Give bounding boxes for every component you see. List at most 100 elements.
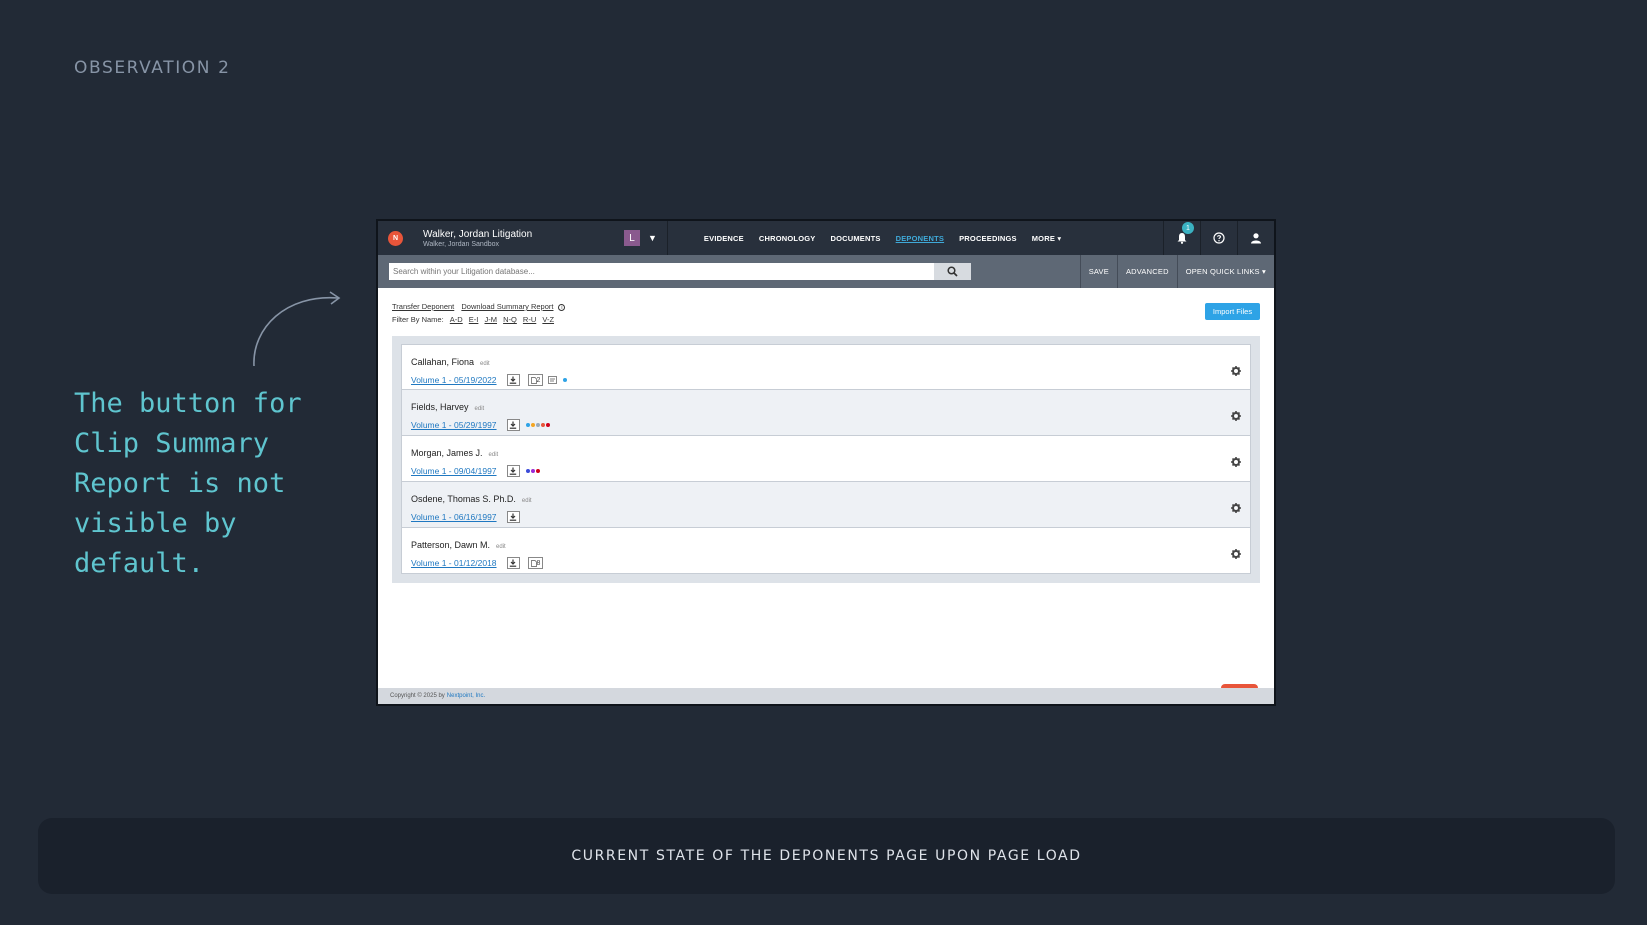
edit-deponent-link[interactable]: edit: [480, 361, 490, 367]
download-icon: [509, 467, 517, 475]
designation-dot: [525, 423, 530, 427]
copyright-text: Copyright © 2025 by: [390, 693, 445, 699]
volume-link[interactable]: Volume 1 - 09/04/1997: [411, 466, 497, 476]
user-menu-button[interactable]: [1237, 221, 1274, 255]
case-selector[interactable]: Walker, Jordan Litigation Walker, Jordan…: [423, 229, 619, 248]
nextpoint-link[interactable]: Nextpoint, Inc.: [447, 693, 485, 699]
search-bar: SAVE ADVANCED OPEN QUICK LINKS ▾: [378, 255, 1274, 288]
open-quick-links-button[interactable]: OPEN QUICK LINKS ▾: [1176, 255, 1274, 288]
gear-icon: [1231, 366, 1241, 376]
download-icon: [509, 376, 517, 384]
volume-link[interactable]: Volume 1 - 06/16/1997: [411, 512, 497, 522]
clip-report-icon[interactable]: [548, 376, 558, 384]
settings-button[interactable]: [1231, 454, 1241, 472]
volume-link[interactable]: Volume 1 - 01/12/2018: [411, 558, 497, 568]
designation-dot: [530, 469, 535, 473]
designation-dot: [545, 423, 550, 427]
nav-more[interactable]: MORE ▾: [1032, 234, 1062, 243]
download-button[interactable]: [506, 465, 520, 477]
slide-caption: CURRENT STATE OF THE DEPONENTS PAGE UPON…: [571, 848, 1082, 864]
volume-link[interactable]: Volume 1 - 05/29/1997: [411, 420, 497, 430]
help-icon: [1213, 232, 1225, 244]
settings-button[interactable]: [1231, 546, 1241, 564]
settings-button[interactable]: [1231, 363, 1241, 381]
filter-j-m[interactable]: J-M: [484, 315, 497, 324]
deponent-name: Callahan, Fiona: [411, 357, 475, 367]
deponent-row: Morgan, James J. edit Volume 1 - 09/04/199…: [401, 436, 1251, 482]
curved-arrow-icon: [253, 291, 341, 367]
deponent-name: Patterson, Dawn M.: [411, 540, 491, 550]
nav-divider: [666, 221, 668, 255]
nav-evidence[interactable]: EVIDENCE: [704, 234, 744, 243]
app-screenshot: N Walker, Jordan Litigation Walker, Jord…: [376, 219, 1276, 706]
settings-button[interactable]: [1231, 500, 1241, 518]
nav-documents[interactable]: DOCUMENTS: [830, 234, 880, 243]
gear-icon: [1231, 549, 1241, 559]
exhibit-count: 8: [536, 559, 541, 567]
gear-icon: [1231, 457, 1241, 467]
nav-chronology[interactable]: CHRONOLOGY: [759, 234, 816, 243]
exhibits-button[interactable]: 2: [527, 374, 544, 386]
deponent-row: Patterson, Dawn M. edit Volume 1 - 01/12/2…: [401, 528, 1251, 574]
download-button[interactable]: [506, 419, 520, 431]
deponent-list: Callahan, Fiona edit Volume 1 - 05/19/2022…: [392, 336, 1260, 583]
designation-dot: [525, 469, 530, 473]
filter-a-d[interactable]: A-D: [450, 315, 463, 324]
deponent-row: Osdene, Thomas S. Ph.D. edit Volume 1 - 06…: [401, 482, 1251, 528]
edit-deponent-link[interactable]: edit: [522, 498, 532, 504]
download-icon: [509, 513, 517, 521]
gear-icon: [1231, 411, 1241, 421]
edit-deponent-link[interactable]: edit: [496, 544, 506, 550]
designation-dots: [563, 378, 568, 382]
filter-e-i[interactable]: E-I: [469, 315, 479, 324]
download-icon: [509, 559, 517, 567]
settings-button[interactable]: [1231, 408, 1241, 426]
nav-icon-group: 1: [1163, 221, 1274, 255]
volume-link[interactable]: Volume 1 - 05/19/2022: [411, 375, 497, 385]
filter-label: Filter By Name:: [392, 315, 444, 324]
deponent-name: Morgan, James J.: [411, 448, 483, 458]
info-icon[interactable]: i: [558, 303, 566, 311]
designation-dot: [535, 423, 540, 427]
download-button[interactable]: [506, 374, 520, 386]
download-button[interactable]: [506, 557, 520, 569]
save-search-button[interactable]: SAVE: [1079, 255, 1117, 288]
search-input[interactable]: [389, 263, 934, 280]
observation-note: The button for Clip Summary Report is no…: [74, 388, 302, 579]
transfer-deponent-link[interactable]: Transfer Deponent: [392, 302, 454, 311]
deponent-row: Fields, Harvey edit Volume 1 - 05/29/1997: [401, 390, 1251, 436]
exhibit-count: 2: [536, 376, 541, 384]
filter-r-u[interactable]: R-U: [523, 315, 536, 324]
search-button[interactable]: [934, 263, 971, 280]
designation-dot: [540, 423, 545, 427]
case-subtitle: Walker, Jordan Sandbox: [423, 240, 500, 248]
filter-n-q[interactable]: N-Q: [503, 315, 517, 324]
caption-bar: CURRENT STATE OF THE DEPONENTS PAGE UPON…: [38, 818, 1615, 894]
deponent-name: Fields, Harvey: [411, 402, 469, 412]
notification-count-badge: 1: [1182, 222, 1194, 234]
designation-dot: [563, 378, 568, 382]
footer: Copyright © 2025 by Nextpoint, Inc.: [378, 688, 1274, 704]
user-initial-badge[interactable]: L: [624, 230, 640, 246]
app-logo[interactable]: N: [388, 230, 403, 246]
designation-dot: [535, 469, 540, 473]
deponent-name: Osdene, Thomas S. Ph.D.: [411, 494, 516, 504]
nav-deponents[interactable]: DEPONENTS: [896, 234, 944, 243]
advanced-search-button[interactable]: ADVANCED: [1116, 255, 1177, 288]
notifications-button[interactable]: 1: [1163, 221, 1200, 255]
nav-proceedings[interactable]: PROCEEDINGS: [959, 234, 1017, 243]
designation-dots: [525, 423, 550, 427]
import-files-button[interactable]: Import Files: [1205, 303, 1260, 320]
filter-v-z[interactable]: V-Z: [542, 315, 554, 324]
exhibits-button[interactable]: 8: [527, 557, 544, 569]
download-button[interactable]: [506, 511, 520, 523]
download-summary-report-link[interactable]: Download Summary Report: [461, 302, 553, 311]
case-dropdown-icon[interactable]: ▼: [648, 233, 657, 243]
designation-dot: [530, 423, 535, 427]
edit-deponent-link[interactable]: edit: [489, 452, 499, 458]
designation-dots: [525, 469, 540, 473]
help-button[interactable]: [1200, 221, 1237, 255]
deponents-content: Transfer Deponent Download Summary Repor…: [378, 288, 1274, 583]
deponent-actions: Transfer Deponent Download Summary Repor…: [392, 302, 1260, 311]
edit-deponent-link[interactable]: edit: [475, 406, 485, 412]
